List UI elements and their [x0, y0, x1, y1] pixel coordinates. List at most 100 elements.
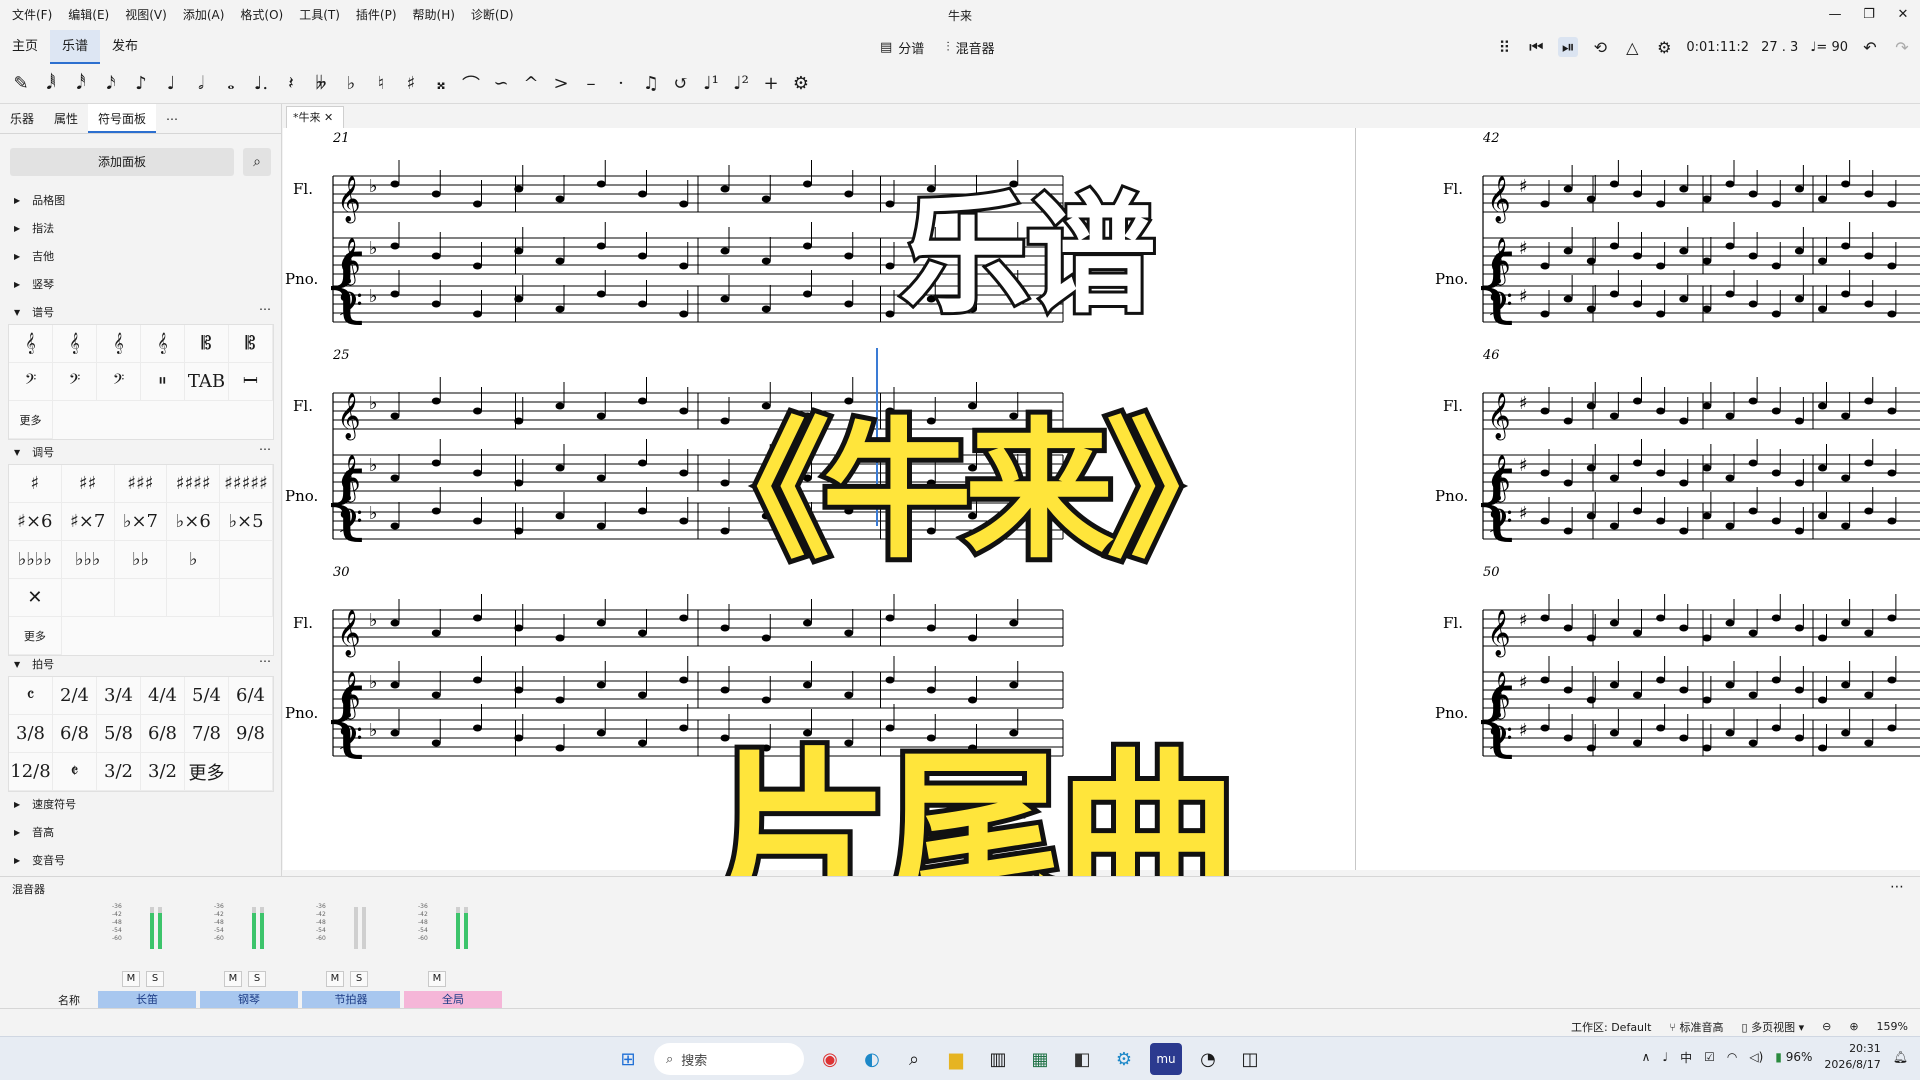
chrome-icon[interactable]: ◉ [814, 1043, 846, 1075]
mute-button[interactable]: M [428, 971, 446, 987]
section-fingering[interactable]: ▶ 指法 [14, 220, 54, 236]
clef-cell-5[interactable]: 𝄡 [229, 325, 273, 363]
key-cell-11[interactable]: ♭♭♭ [61, 541, 115, 579]
clefs-more-icon[interactable]: ⋯ [259, 302, 271, 316]
note-tool-7[interactable]: 𝅝 [216, 73, 246, 94]
close-icon[interactable]: ✕ [1886, 0, 1920, 28]
section-fretboard[interactable]: ▶ 品格图 [14, 192, 65, 208]
time-cell-13[interactable]: 𝄵 [53, 753, 97, 791]
tab-home[interactable]: 主页 [0, 30, 50, 64]
tray-up-icon[interactable]: ∧ [1642, 1050, 1651, 1064]
drag-handle-icon[interactable]: ⠿ [1494, 38, 1514, 57]
time-cell-6[interactable]: 3/8 [9, 715, 53, 753]
app-icon[interactable]: ◫ [1234, 1043, 1266, 1075]
note-tool-17[interactable]: ^ [516, 73, 546, 94]
mic-icon[interactable]: ♩ [1662, 1050, 1668, 1064]
key-cell-16[interactable] [61, 579, 115, 617]
menu-item-3[interactable]: 添加(A) [175, 0, 233, 30]
section-accidentals[interactable]: ▶ 变音号 [14, 852, 65, 868]
loop-icon[interactable]: ⟲ [1590, 38, 1610, 57]
key-cell-0[interactable]: ♯ [9, 465, 62, 503]
clef-cell-0[interactable]: 𝄞 [9, 325, 53, 363]
zoom-in-icon[interactable]: ⊕ [1849, 1020, 1858, 1033]
note-tool-18[interactable]: > [546, 73, 576, 94]
play-icon[interactable]: ⏯ [1558, 37, 1579, 57]
key-more-button[interactable]: 更多 [9, 617, 62, 655]
note-tool-22[interactable]: ↺ [666, 73, 696, 94]
mixer-button[interactable]: ⫶ 混音器 [946, 34, 994, 60]
key-cell-19[interactable] [220, 579, 273, 617]
note-tool-0[interactable]: ✎ [6, 73, 36, 94]
note-tool-6[interactable]: 𝅗𝅥 [186, 73, 216, 94]
section-time[interactable]: ▼ 拍号 [14, 656, 54, 672]
clef-cell-6[interactable]: 𝄢 [9, 363, 53, 401]
battery-status[interactable]: ▮ 96% [1775, 1050, 1812, 1064]
key-cell-3[interactable]: ♯♯♯♯ [167, 465, 221, 503]
wifi-icon[interactable]: ◠ [1727, 1050, 1737, 1064]
note-tool-25[interactable]: + [756, 73, 786, 94]
menu-item-7[interactable]: 帮助(H) [405, 0, 463, 30]
undo-icon[interactable]: ↶ [1860, 38, 1880, 57]
time-cell-5[interactable]: 6/4 [229, 677, 273, 715]
solo-button[interactable]: S [350, 971, 368, 987]
channel-name[interactable]: 节拍器 [302, 991, 400, 1009]
clef-cell-7[interactable]: 𝄢 [53, 363, 97, 401]
time-cell-7[interactable]: 6/8 [53, 715, 97, 753]
section-pitch[interactable]: ▶ 音高 [14, 824, 54, 840]
note-tool-11[interactable]: ♭ [336, 73, 366, 94]
note-tool-21[interactable]: ♫ [636, 73, 666, 94]
musescore-icon[interactable]: mu [1150, 1043, 1182, 1075]
note-tool-20[interactable]: · [606, 73, 636, 94]
notes-icon[interactable]: ◧ [1066, 1043, 1098, 1075]
panel-more-icon[interactable]: ⋯ [156, 104, 188, 133]
key-cell-10[interactable]: ♭♭♭♭ [9, 541, 62, 579]
parts-button[interactable]: ▤ 分谱 [880, 34, 924, 60]
note-tool-24[interactable]: ♩² [726, 73, 756, 94]
note-tool-2[interactable]: 𝅘𝅥𝅰 [66, 73, 96, 94]
section-guitar[interactable]: ▶ 吉他 [14, 248, 54, 264]
workspace-status[interactable]: 工作区: Default [1571, 1019, 1651, 1035]
key-cell-7[interactable]: ♭×7 [114, 503, 168, 541]
score-tab[interactable]: *牛来 ✕ [286, 106, 344, 128]
time-cell-14[interactable]: 3/2 [97, 753, 141, 791]
ime-indicator[interactable]: 中 [1680, 1049, 1692, 1066]
restore-icon[interactable]: ❐ [1852, 0, 1886, 28]
key-cell-1[interactable]: ♯♯ [61, 465, 115, 503]
metronome-icon[interactable]: △ [1622, 38, 1642, 57]
mute-button[interactable]: M [122, 971, 140, 987]
channel-name[interactable]: 钢琴 [200, 991, 298, 1009]
menu-item-4[interactable]: 格式(O) [232, 0, 291, 30]
note-tool-12[interactable]: ♮ [366, 73, 396, 94]
section-clefs[interactable]: ▼ 谱号 [14, 304, 54, 320]
clock[interactable]: 20:31 2026/8/17 [1824, 1041, 1880, 1073]
excel-icon[interactable]: ▦ [1024, 1043, 1056, 1075]
time-cell-16[interactable]: 更多 [185, 753, 229, 791]
section-keys[interactable]: ▼ 调号 [14, 444, 54, 460]
menu-item-1[interactable]: 编辑(E) [60, 0, 117, 30]
time-cell-8[interactable]: 5/8 [97, 715, 141, 753]
time-cell-1[interactable]: 2/4 [53, 677, 97, 715]
key-cell-4[interactable]: ♯♯♯♯♯ [220, 465, 273, 503]
zoom-level[interactable]: 159% [1877, 1020, 1908, 1033]
time-cell-10[interactable]: 7/8 [185, 715, 229, 753]
note-tool-26[interactable]: ⚙ [786, 73, 816, 94]
note-tool-9[interactable]: 𝄽 [276, 73, 306, 94]
notification-icon[interactable]: 🔔︎ [1893, 1050, 1908, 1064]
note-tool-23[interactable]: ♩¹ [696, 73, 726, 94]
tab-instruments[interactable]: 乐器 [0, 104, 44, 133]
time-cell-11[interactable]: 9/8 [229, 715, 273, 753]
clef-cell-1[interactable]: 𝄞 [53, 325, 97, 363]
menu-item-5[interactable]: 工具(T) [291, 0, 348, 30]
solo-button[interactable]: S [146, 971, 164, 987]
key-cell-2[interactable]: ♯♯♯ [114, 465, 168, 503]
redo-icon[interactable]: ↷ [1892, 38, 1912, 57]
menu-item-8[interactable]: 诊断(D) [463, 0, 522, 30]
tab-properties[interactable]: 属性 [44, 104, 88, 133]
tab-score[interactable]: 乐谱 [50, 30, 101, 64]
time-cell-0[interactable]: 𝄴 [9, 677, 53, 715]
solo-button[interactable]: S [248, 971, 266, 987]
rewind-icon[interactable]: ⏮ [1526, 37, 1546, 57]
score-canvas[interactable]: 21 Fl. Pno. 𝄞 ♭ 𝄞 ♭ 𝄢 ♭{25 Fl. Pno. 𝄞 ♭ 𝄞 ♭ 𝄢 ♭{30 Fl. Pno… [283, 128, 1920, 870]
clef-cell-11[interactable]: 𝄩 [229, 363, 273, 401]
note-tool-14[interactable]: 𝄪 [426, 73, 456, 94]
